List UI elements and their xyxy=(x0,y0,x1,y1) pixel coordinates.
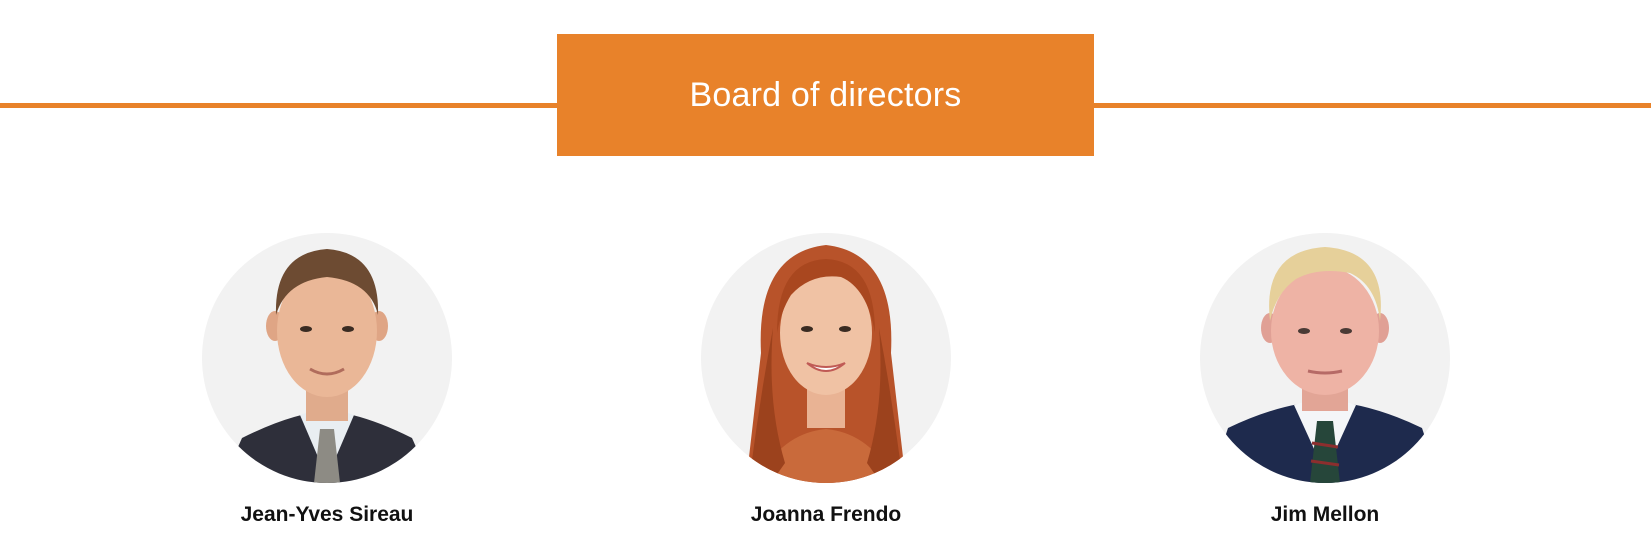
director-name[interactable]: Jean-Yves Sireau xyxy=(241,503,414,527)
director-photo xyxy=(701,233,951,483)
director-photo xyxy=(202,233,452,483)
director-card[interactable]: Jean-Yves Sireau xyxy=(202,233,452,527)
director-name[interactable]: Joanna Frendo xyxy=(751,503,902,527)
director-name[interactable]: Jim Mellon xyxy=(1271,503,1380,527)
header-divider-right xyxy=(1092,103,1651,108)
section-title-banner: Board of directors xyxy=(557,34,1094,156)
director-card[interactable]: Joanna Frendo xyxy=(701,233,951,527)
section-title: Board of directors xyxy=(689,75,962,114)
director-card[interactable]: Jim Mellon xyxy=(1200,233,1450,527)
header-divider-left xyxy=(0,103,560,108)
director-photo xyxy=(1200,233,1450,483)
